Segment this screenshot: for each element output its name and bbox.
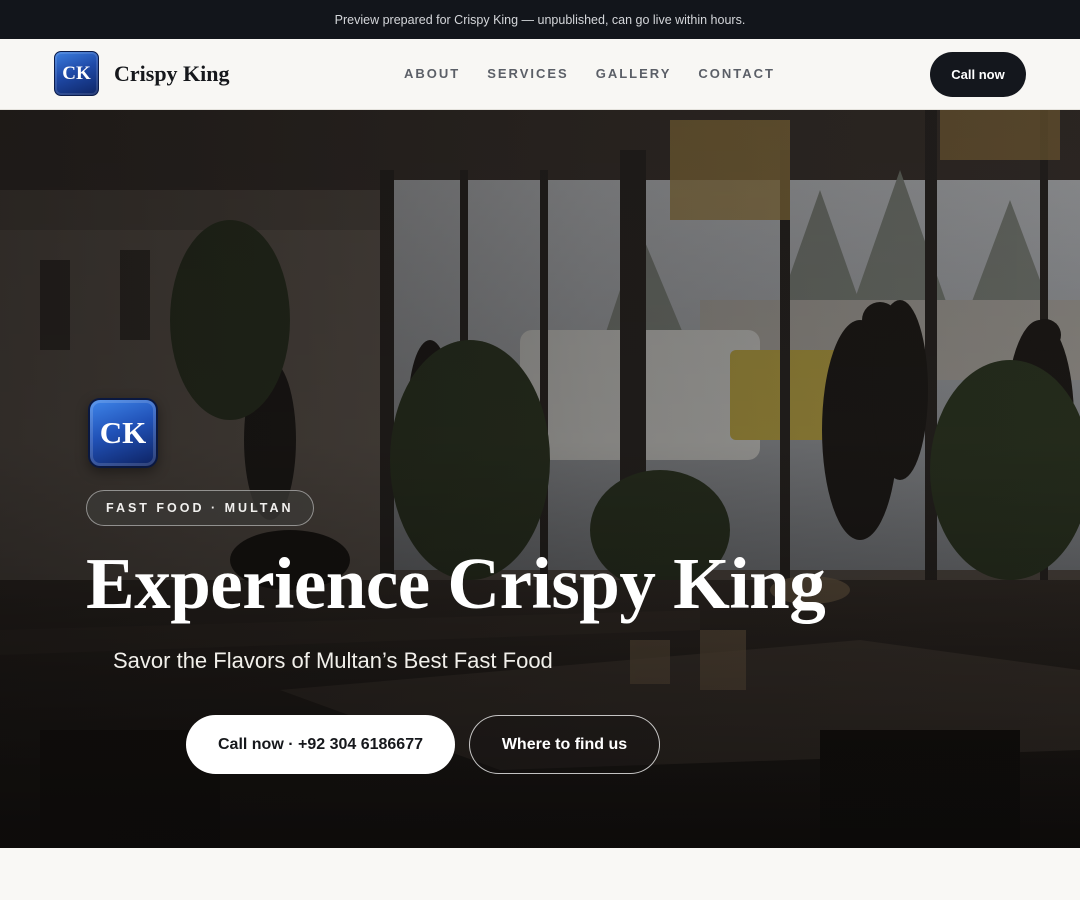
hero-subheadline: Savor the Flavors of Multan’s Best Fast … (113, 648, 553, 673)
nav-link-contact[interactable]: CONTACT (698, 66, 775, 81)
nav-link-services[interactable]: SERVICES (487, 66, 569, 81)
hero-section: CK FAST FOOD · MULTAN Experience Crispy … (0, 110, 1080, 848)
brand-logo-icon[interactable]: CK (54, 51, 99, 96)
category-badge: FAST FOOD · MULTAN (86, 490, 314, 526)
hero-headline: Experience Crispy King (86, 543, 826, 624)
site-header: CK Crispy King ABOUT SERVICES GALLERY CO… (0, 39, 1080, 110)
call-phone-button[interactable]: Call now · +92 304 6186677 (186, 715, 455, 774)
hero-logo-icon: CK (88, 398, 158, 468)
main-menu: ABOUT SERVICES GALLERY CONTACT (404, 66, 775, 81)
preview-banner-text: Preview prepared for Crispy King — unpub… (334, 12, 746, 27)
nav-link-about[interactable]: ABOUT (404, 66, 460, 81)
nav-link-gallery[interactable]: GALLERY (596, 66, 672, 81)
brand[interactable]: CK Crispy King (54, 51, 230, 96)
preview-banner: Preview prepared for Crispy King — unpub… (0, 0, 1080, 39)
header-call-button[interactable]: Call now (930, 52, 1026, 97)
find-location-button[interactable]: Where to find us (469, 715, 660, 774)
brand-name[interactable]: Crispy King (114, 61, 230, 87)
category-badge-text: FAST FOOD · MULTAN (106, 501, 294, 515)
